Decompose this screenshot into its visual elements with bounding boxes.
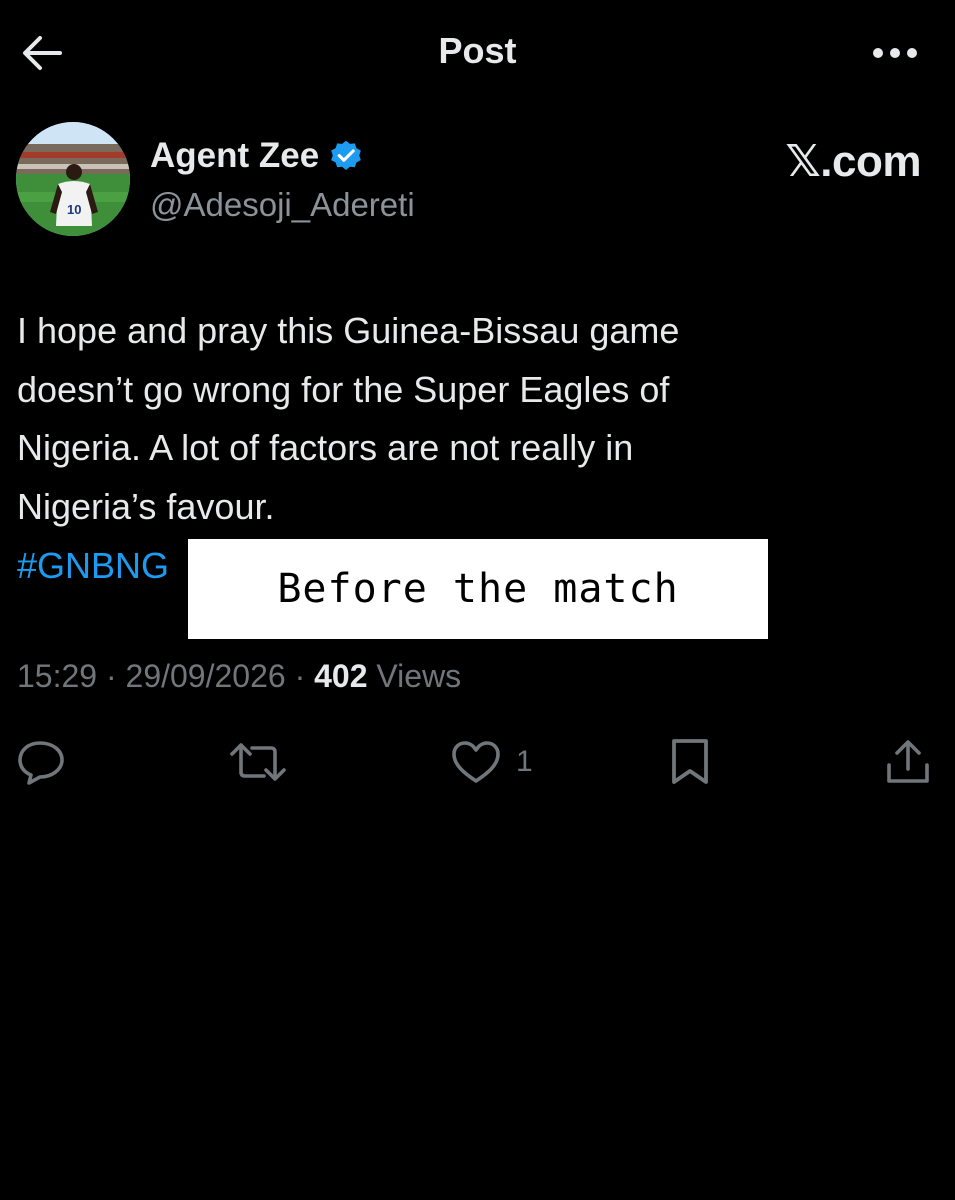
repost-button[interactable] [228,734,288,790]
x-com-watermark: 𝕏.com [785,137,921,186]
share-icon [887,740,929,783]
back-button[interactable] [14,28,70,78]
meta-separator: · [105,658,117,694]
post-text: I hope and pray this Guinea-Bissau game … [17,310,680,527]
views-count[interactable]: 402 [314,658,367,694]
meta-separator: · [294,658,306,694]
like-button[interactable]: 1 [450,734,533,790]
views-label[interactable]: Views [376,658,461,694]
arrow-left-icon [23,36,62,70]
post-time: 15:29 [17,658,98,694]
verified-badge-icon [331,140,361,170]
heart-icon [452,741,500,783]
caption-overlay-text: Before the match [277,566,679,612]
avatar-image: 10 [16,122,130,236]
reply-button[interactable] [16,734,68,790]
reply-icon [18,741,64,785]
post-date: 29/09/2026 [125,658,286,694]
hashtag-link[interactable]: #GNBNG [17,537,169,596]
caption-overlay: Before the match [188,539,768,639]
author-display-name[interactable]: Agent Zee [150,136,319,176]
repost-icon [230,743,286,781]
avatar[interactable]: 10 [16,122,130,236]
author-handle[interactable]: @Adesoji_Adereti [150,186,415,224]
bookmark-icon [672,739,708,784]
page-title: Post [438,30,517,71]
post-meta: 15:29 · 29/09/2026 · 402 Views [17,658,461,695]
bookmark-button[interactable] [668,734,712,790]
ellipsis-icon [873,48,917,58]
more-options-button[interactable] [862,28,928,78]
share-button[interactable] [884,734,932,790]
like-count: 1 [516,745,533,778]
avatar-jersey-number: 10 [67,202,81,217]
